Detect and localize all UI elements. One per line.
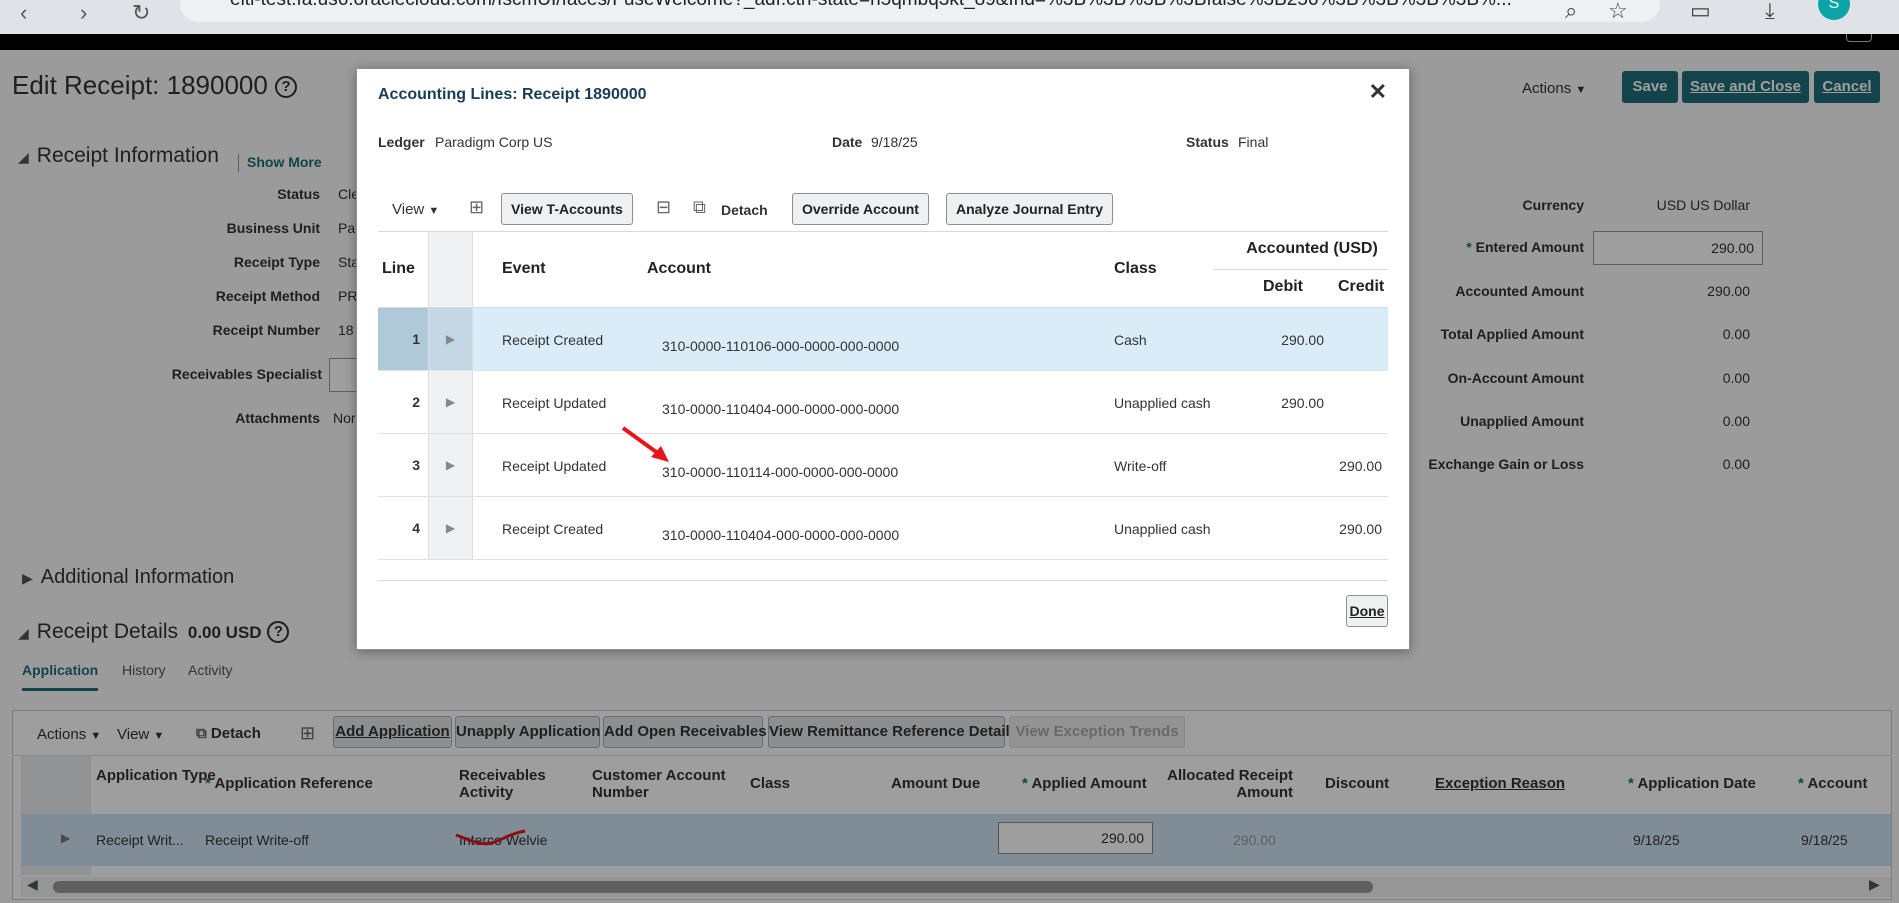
- row-account: 310-0000-110404-000-0000-000-0000: [662, 401, 900, 417]
- col-debit[interactable]: Debit: [1263, 278, 1303, 296]
- analyze-journal-entry-button[interactable]: Analyze Journal Entry: [946, 193, 1114, 225]
- profile-avatar[interactable]: S: [1818, 0, 1850, 20]
- row-debit: 290.00: [1281, 332, 1324, 348]
- expand-row-icon[interactable]: ▶: [428, 434, 473, 496]
- table-row[interactable]: 2 ▶ Receipt Updated 310-0000-110404-000-…: [378, 371, 1388, 434]
- table-row[interactable]: 4 ▶ Receipt Created 310-0000-110404-000-…: [378, 497, 1388, 560]
- row-class: Unapplied cash: [1114, 521, 1211, 537]
- row-event: Receipt Created: [502, 521, 604, 537]
- override-account-button[interactable]: Override Account: [792, 193, 929, 225]
- view-t-accounts-button[interactable]: View T-Accounts: [501, 193, 633, 225]
- back-icon[interactable]: ‹: [20, 0, 27, 26]
- date-value: 9/18/25: [871, 134, 918, 150]
- col-account[interactable]: Account: [647, 260, 711, 278]
- dialog-title: Accounting Lines: Receipt 1890000: [378, 86, 647, 103]
- url-text: eiti-test.fa.us6.oraclecloud.com/fscmUI/…: [230, 0, 1512, 10]
- ledger-label: Ledger: [378, 134, 425, 150]
- query-by-example-icon[interactable]: ⊟: [656, 197, 671, 218]
- expand-column-header: [428, 232, 473, 308]
- row-line-number: 4: [412, 520, 420, 536]
- detach-icon[interactable]: ⧉: [693, 197, 706, 218]
- done-label: Done: [1349, 603, 1385, 619]
- row-line-number: 3: [412, 457, 420, 473]
- divider: [378, 231, 1388, 232]
- browser-chrome: ‹ › ↻ eiti-test.fa.us6.oraclecloud.com/f…: [0, 0, 1899, 34]
- app-header-bar: [0, 34, 1899, 50]
- divider: [1213, 269, 1388, 270]
- detach-button[interactable]: Detach: [721, 202, 768, 218]
- status-label: Status: [1186, 134, 1229, 150]
- row-class: Write-off: [1114, 458, 1167, 474]
- address-bar[interactable]: eiti-test.fa.us6.oraclecloud.com/fscmUI/…: [180, 0, 1660, 22]
- chevron-down-icon: ▼: [428, 205, 440, 217]
- accounting-lines-dialog: Accounting Lines: Receipt 1890000 ✕ Ledg…: [356, 68, 1410, 650]
- ledger-value: Paradigm Corp US: [435, 134, 553, 150]
- expand-row-icon[interactable]: ▶: [428, 497, 473, 559]
- row-account: 310-0000-110114-000-0000-000-0000: [662, 464, 899, 480]
- extensions-icon[interactable]: ▭: [1690, 0, 1711, 24]
- view-label: View: [392, 201, 425, 218]
- row-event: Receipt Created: [502, 332, 604, 348]
- divider: [378, 580, 1388, 581]
- row-class: Unapplied cash: [1114, 395, 1211, 411]
- red-arrow-annotation: [621, 426, 669, 462]
- row-line-number: 1: [378, 308, 428, 370]
- table-row[interactable]: 3 ▶ Receipt Updated 310-0000-110114-000-…: [378, 434, 1388, 497]
- bookmark-star-icon[interactable]: ☆: [1608, 0, 1628, 24]
- col-credit[interactable]: Credit: [1338, 278, 1384, 296]
- freeze-columns-icon[interactable]: ⊞: [469, 197, 484, 218]
- row-event: Receipt Updated: [502, 458, 607, 474]
- row-class: Cash: [1114, 332, 1147, 348]
- forward-icon[interactable]: ›: [80, 0, 87, 26]
- col-class[interactable]: Class: [1114, 260, 1157, 278]
- expand-row-icon[interactable]: ▶: [428, 371, 473, 433]
- close-icon[interactable]: ✕: [1369, 79, 1387, 105]
- status-value: Final: [1238, 134, 1269, 150]
- row-account: 310-0000-110404-000-0000-000-0000: [662, 527, 900, 543]
- search-icon[interactable]: ⌕: [1565, 0, 1577, 24]
- download-icon[interactable]: ⤓: [1765, 0, 1775, 24]
- date-label: Date: [832, 134, 863, 150]
- col-accounted-usd: Accounted (USD): [1246, 240, 1378, 257]
- row-event: Receipt Updated: [502, 395, 607, 411]
- expand-row-icon[interactable]: ▶: [428, 308, 473, 370]
- row-credit: 290.00: [1339, 458, 1382, 474]
- done-button[interactable]: Done: [1346, 595, 1388, 627]
- row-line-number: 2: [412, 394, 420, 410]
- row-account: 310-0000-110106-000-0000-000-0000: [662, 338, 900, 354]
- col-line[interactable]: Line: [382, 260, 415, 278]
- col-event[interactable]: Event: [502, 260, 546, 278]
- row-debit: 290.00: [1281, 395, 1324, 411]
- row-credit: 290.00: [1339, 521, 1382, 537]
- table-row[interactable]: 1 ▶ Receipt Created 310-0000-110106-000-…: [378, 308, 1388, 371]
- header-tab-handle[interactable]: [1846, 34, 1872, 42]
- reload-icon[interactable]: ↻: [132, 0, 150, 26]
- view-menu[interactable]: View ▼: [392, 201, 439, 218]
